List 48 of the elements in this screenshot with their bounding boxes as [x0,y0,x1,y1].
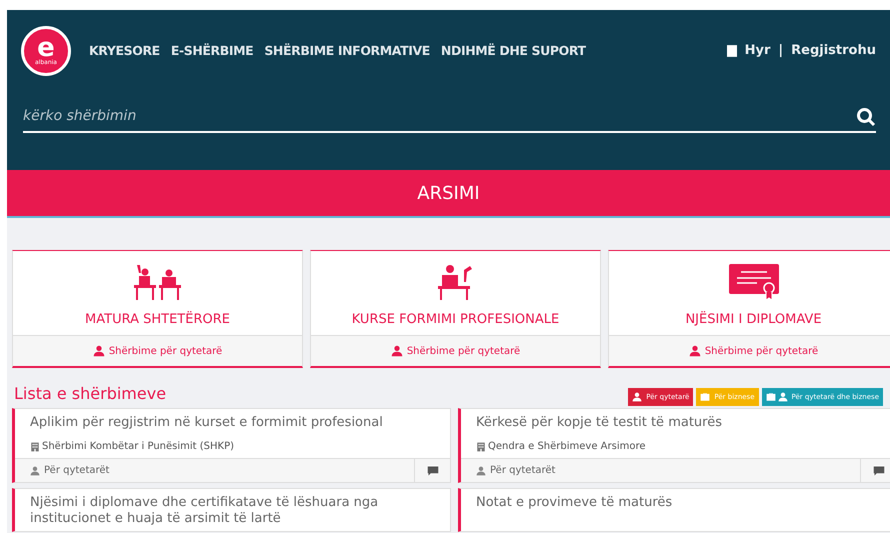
banner-title: ARSIMI [417,182,480,206]
building-icon [476,442,486,452]
user-icon [632,392,642,402]
category-title: NJËSIMI I DIPLOMAVE [685,310,822,328]
search-field[interactable]: kërko shërbimin [23,106,856,127]
students-at-desks-icon [132,264,182,300]
register-link[interactable]: Regjistrohu [791,41,876,61]
category-card[interactable]: MATURA SHTETËRORE Shërbime për qytetarë [12,250,303,368]
category-title: KURSE FORMIMI PROFESIONALE [352,310,560,328]
nav-link[interactable]: E-SHËRBIME [170,42,254,60]
service-audience: Për qytetarët [44,464,110,478]
search-icon[interactable] [856,106,876,126]
user-icon [30,466,40,476]
section-title: Lista e shërbimeve [14,383,166,405]
building-icon [30,442,40,452]
login-link[interactable]: Hyr [744,41,770,61]
certificate-icon [728,264,778,300]
category-card[interactable]: NJËSIMI I DIPLOMAVE Shërbime për qytetarë [608,250,890,368]
service-title: Njësimi i diplomave dhe certifikatave të lëshuara nga institucionet e huaja të arsimit të lartë [30,495,380,527]
service-institution: Qendra e Shërbimeve Arsimore [488,440,646,454]
nav-link[interactable]: SHËRBIME INFORMATIVE [264,42,430,60]
user-icon [476,466,486,476]
nav-link[interactable]: KRYESORE [89,42,160,60]
comment-icon [426,464,438,476]
service-title: Aplikim për regjistrim në kurset e formimit profesional [30,415,384,431]
logo-letter: e [37,36,55,60]
comment-icon [872,464,884,476]
briefcase-icon [700,392,710,402]
service-audience: Për qytetarët [490,464,556,478]
service-card[interactable]: Kërkesë për kopje të testit të maturës Qendra e Shërbimeve Arsimore Për qytetarët [458,408,890,483]
category-audience: Shërbime për qytetarë [108,344,222,358]
category-card[interactable]: KURSE FORMIMI PROFESIONALE Shërbime për qytetarë [310,250,601,368]
service-card[interactable]: Notat e provimeve të maturës [458,488,890,532]
nav-link[interactable]: NDIHMË DHE SUPORT [440,42,586,60]
user-icon [390,345,403,357]
service-card[interactable]: Aplikim për regjistrim në kurset e formimit profesional Shërbimi Kombëtar i Punësimit (SHKP) Për qytetarët [12,408,451,483]
category-title: MATURA SHTETËRORE [85,310,230,328]
service-institution: Shërbimi Kombëtar i Punësimit (SHKP) [42,440,234,454]
user-icon [92,345,105,357]
category-audience: Shërbime për qytetarë [406,344,520,358]
service-title: Kërkesë për kopje të testit të maturës [476,415,723,431]
category-audience: Shërbime për qytetarë [704,344,818,358]
user-icon [688,345,701,357]
briefcase-icon [766,392,776,402]
user-icon [778,392,788,402]
separator: | [778,42,784,60]
service-card[interactable]: Njësimi i diplomave dhe certifikatave të lëshuara nga institucionet e huaja të arsimit të lartë [12,488,451,532]
service-title: Notat e provimeve të maturës [476,495,674,511]
